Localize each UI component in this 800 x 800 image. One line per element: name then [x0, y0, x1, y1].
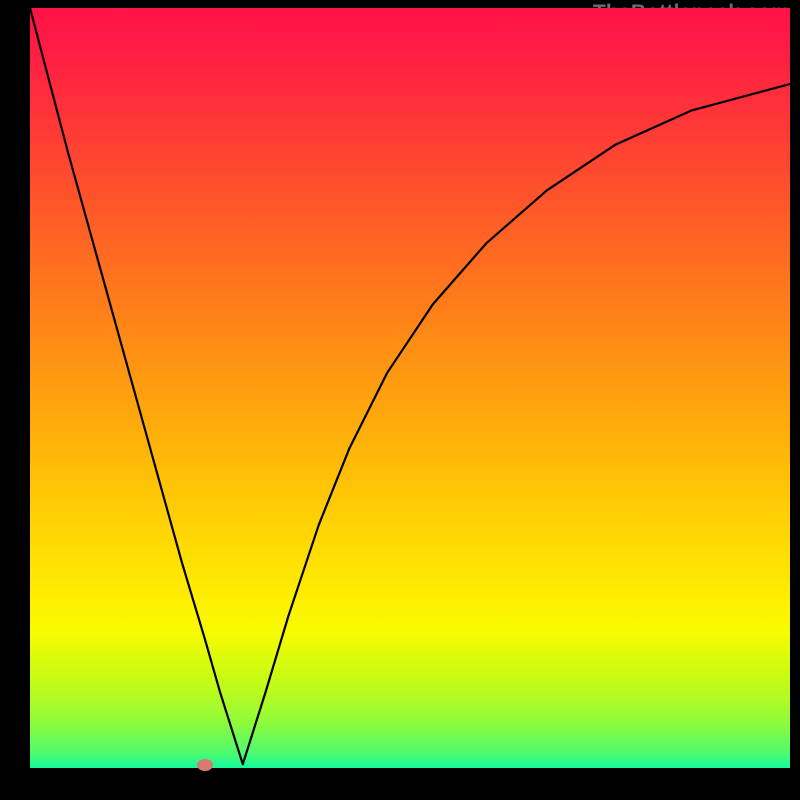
plot-area — [30, 8, 790, 768]
chart-canvas: TheBottleneck.com — [0, 0, 800, 800]
bottleneck-curve-path — [30, 8, 790, 764]
minimum-marker — [197, 759, 213, 771]
curve-svg — [30, 8, 790, 768]
